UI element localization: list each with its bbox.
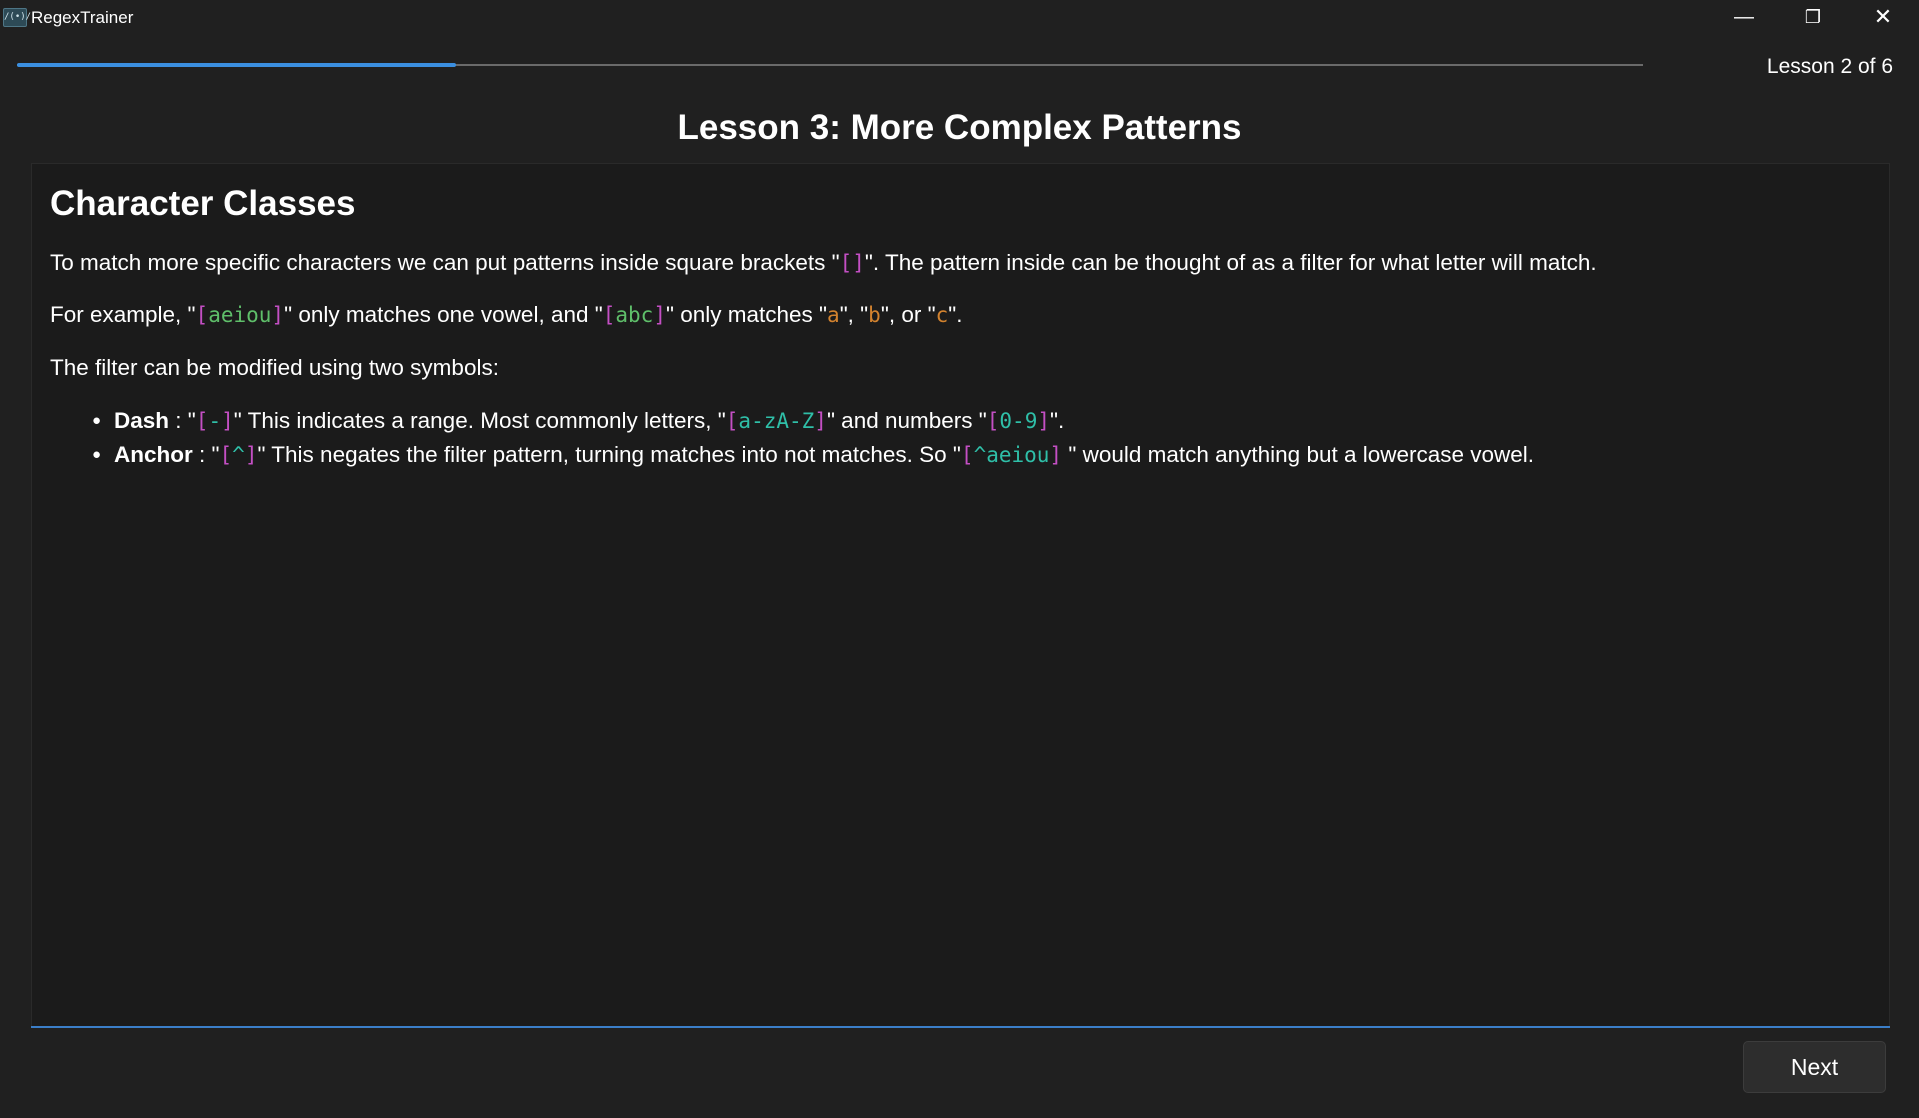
literal-b: b <box>868 303 881 327</box>
p2-text-f: ". <box>948 302 963 327</box>
code-inner: - <box>208 409 222 433</box>
code-inner: aeiou <box>208 303 272 327</box>
p2-text-c: " only matches " <box>665 302 828 327</box>
code-brackets: [] <box>839 251 865 275</box>
close-button[interactable]: ✕ <box>1850 0 1916 34</box>
next-button[interactable]: Next <box>1743 1041 1886 1093</box>
p2-text-e: ", or " <box>880 302 936 327</box>
code-inner: ^ <box>232 443 245 467</box>
close-icon: ✕ <box>1873 4 1893 29</box>
bracket-open: [ <box>725 409 739 433</box>
app-title: RegexTrainer <box>31 8 134 27</box>
bracket-open: [ <box>986 409 1000 433</box>
bracket-close: ] <box>1037 409 1050 433</box>
app-icon: /(•)/ <box>3 8 31 27</box>
bracket-close: ] <box>653 303 666 327</box>
bracket-close: ] <box>244 443 258 467</box>
bracket-open: [ <box>195 409 209 433</box>
anchor-text-c: " would match anything but a lowercase v… <box>1062 442 1535 467</box>
bracket-close: ] <box>1049 443 1063 467</box>
code-inner: a-zA-Z <box>738 409 815 433</box>
title-bar: /(•)/ RegexTrainer — ❐ ✕ <box>0 0 1919 34</box>
restore-icon: ❐ <box>1804 6 1822 27</box>
bracket-close: ] <box>221 409 234 433</box>
code-dash: [-] <box>196 409 234 433</box>
literal-c: c <box>935 303 949 327</box>
list-item-anchor: Anchor : "[^]" This negates the filter p… <box>92 438 1534 472</box>
lesson-title: Lesson 3: More Complex Patterns <box>677 108 1242 147</box>
modifier-list: Dash : "[-]" This indicates a range. Mos… <box>92 404 1534 472</box>
p1-text-b: ". The pattern inside can be thought of … <box>864 250 1597 275</box>
p1-text-a: To match more specific characters we can… <box>50 250 840 275</box>
lesson-progress-fill <box>17 63 457 67</box>
restore-button[interactable]: ❐ <box>1780 0 1846 34</box>
lesson-counter: Lesson 2 of 6 <box>1766 55 1893 78</box>
code-caret: [^] <box>220 443 258 467</box>
code-inner: 0-9 <box>999 409 1038 433</box>
dash-text-b: " This indicates a range. Most commonly … <box>233 408 726 433</box>
code-negated-vowels: [^aeiou] <box>961 443 1062 467</box>
bracket-open: [ <box>219 443 233 467</box>
bracket-open: [ <box>602 303 616 327</box>
dash-text-a: : " <box>169 408 196 433</box>
minimize-icon: — <box>1734 5 1754 28</box>
term-dash: Dash <box>114 408 170 433</box>
paragraph-example: For example, "[aeiou]" only matches one … <box>50 300 962 330</box>
section-title: Character Classes <box>50 184 356 223</box>
paragraph-modifiers: The filter can be modified using two sym… <box>50 355 499 380</box>
code-letters-range: [a-zA-Z] <box>726 409 827 433</box>
dash-text-d: ". <box>1050 408 1065 433</box>
p2-text-b: " only matches one vowel, and " <box>284 302 603 327</box>
minimize-button[interactable]: — <box>1711 0 1777 34</box>
list-item-dash: Dash : "[-]" This indicates a range. Mos… <box>92 404 1534 438</box>
bracket-close: ] <box>271 303 285 327</box>
anchor-text-a: : " <box>192 442 220 467</box>
paragraph-brackets: To match more specific characters we can… <box>50 248 1597 278</box>
code-abc: [abc] <box>603 303 666 327</box>
code-inner: abc <box>615 303 654 327</box>
p2-text-a: For example, " <box>50 302 196 327</box>
code-inner: ^aeiou <box>973 443 1050 467</box>
code-number-range: [0-9] <box>987 409 1050 433</box>
bracket-open: [ <box>195 303 209 327</box>
term-anchor: Anchor <box>114 442 193 467</box>
code-aeiou: [aeiou] <box>196 303 285 327</box>
dash-text-c: " and numbers " <box>826 408 987 433</box>
literal-a: a <box>827 303 840 327</box>
anchor-text-b: " This negates the filter pattern, turni… <box>257 442 961 467</box>
bracket-close: ] <box>814 409 827 433</box>
p2-text-d: ", " <box>839 302 869 327</box>
lesson-content-panel: Character Classes To match more specific… <box>31 163 1890 1028</box>
bracket-open: [ <box>960 443 974 467</box>
